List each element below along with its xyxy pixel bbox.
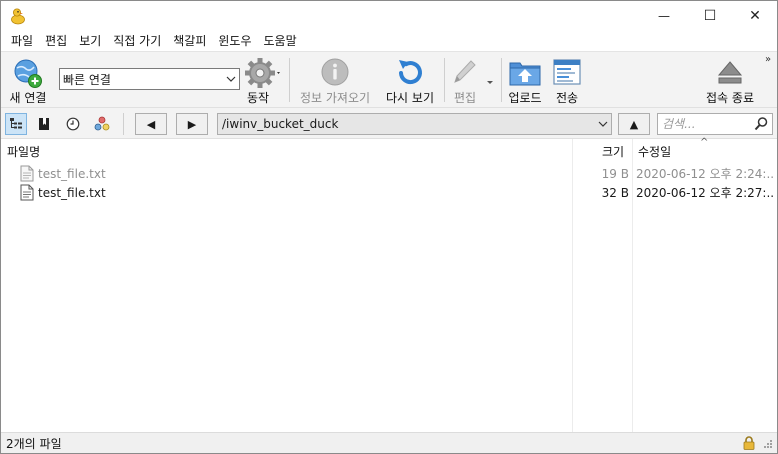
file-size: 19 B — [601, 166, 629, 181]
parent-directory-button[interactable]: ▲ — [618, 113, 650, 135]
bookmark-icon — [39, 118, 49, 130]
lock-icon[interactable] — [743, 436, 755, 450]
file-modified: 2020-06-12 오후 2:24:... — [636, 167, 774, 181]
upload-button[interactable]: 업로드 — [505, 52, 545, 108]
menu-bar: 파일 편집 보기 직접 가기 책갈피 윈도우 도움말 — [1, 31, 777, 51]
transfers-label: 전송 — [555, 91, 579, 105]
tree-view-icon — [10, 118, 22, 129]
transfers-icon — [553, 59, 581, 85]
column-header-size[interactable]: 크기 — [602, 139, 624, 163]
menu-help[interactable]: 도움말 — [258, 31, 303, 51]
disconnect-label: 접속 종료 — [706, 91, 754, 105]
menu-view[interactable]: 보기 — [73, 31, 107, 51]
info-icon — [321, 58, 349, 86]
upload-label: 업로드 — [508, 91, 542, 105]
column-header-name[interactable]: 파일명 — [7, 139, 40, 163]
address-bar: ◀ ▶ /iwinv_bucket_duck ▲ — [1, 107, 777, 139]
refresh-button[interactable]: 다시 보기 — [381, 52, 439, 108]
resize-grip-icon[interactable] — [763, 439, 773, 449]
get-info-label: 정보 가져오기 — [299, 91, 371, 105]
clock-icon — [66, 117, 80, 131]
upload-folder-icon — [509, 62, 541, 86]
action-button[interactable]: 동작 — [241, 52, 285, 108]
action-label: 동작 — [246, 91, 270, 105]
minimize-button[interactable]: — — [641, 1, 687, 31]
edit-label: 편집 — [453, 91, 477, 105]
chevron-down-icon — [223, 69, 239, 89]
view-browser-button[interactable] — [5, 113, 27, 135]
text-file-icon — [20, 165, 34, 182]
forward-button[interactable]: ▶ — [176, 113, 208, 135]
chevron-down-icon — [595, 114, 611, 134]
maximize-button[interactable]: ☐ — [687, 1, 733, 31]
forward-arrow-icon: ▶ — [187, 117, 197, 131]
duck-icon — [11, 8, 25, 25]
toolbar-separator — [289, 58, 290, 102]
back-button[interactable]: ◀ — [135, 113, 167, 135]
transfers-button[interactable]: 전송 — [549, 52, 585, 108]
refresh-label: 다시 보기 — [386, 91, 434, 105]
disconnect-button[interactable]: 접속 종료 — [701, 52, 759, 108]
menu-bookmarks[interactable]: 책갈피 — [167, 31, 212, 51]
refresh-icon — [399, 60, 422, 85]
toolbar-separator — [444, 58, 445, 102]
search-input[interactable] — [658, 117, 753, 131]
toolbar: 새 연결 빠른 연결 동작 정보 가져오기 다시 보기 편집 업로드 전송 접속… — [1, 51, 777, 107]
app-window: — ☐ ✕ 파일 편집 보기 직접 가기 책갈피 윈도우 도움말 새 연결 빠른… — [0, 0, 778, 454]
quick-connect-combo[interactable]: 빠른 연결 — [59, 68, 240, 90]
search-icon[interactable] — [753, 116, 769, 132]
pencil-icon — [454, 60, 493, 84]
status-text: 2개의 파일 — [6, 436, 62, 451]
file-list[interactable]: 파일명 크기 수정일 ^ test_file.txt 19 B 2020-06-… — [1, 137, 777, 432]
status-bar: 2개의 파일 — [1, 432, 777, 453]
view-bookmarks-button[interactable] — [33, 113, 55, 135]
file-size: 32 B — [601, 185, 629, 200]
column-header-modified[interactable]: 수정일 — [638, 139, 671, 163]
view-bonjour-button[interactable] — [91, 113, 113, 135]
new-connection-button[interactable]: 새 연결 — [5, 52, 51, 108]
file-name: test_file.txt — [38, 185, 106, 200]
file-name: test_file.txt — [38, 166, 106, 181]
toolbar-separator — [501, 58, 502, 102]
path-combo[interactable]: /iwinv_bucket_duck — [217, 113, 612, 135]
back-arrow-icon: ◀ — [146, 117, 156, 131]
close-button[interactable]: ✕ — [732, 1, 777, 31]
quick-connect-value: 빠른 연결 — [63, 72, 111, 87]
table-row[interactable]: test_file.txt 32 B 2020-06-12 오후 2:27:..… — [1, 183, 777, 202]
table-row[interactable]: test_file.txt 19 B 2020-06-12 오후 2:24:..… — [1, 164, 777, 183]
menu-file[interactable]: 파일 — [5, 31, 39, 51]
view-history-button[interactable] — [62, 113, 84, 135]
edit-button[interactable]: 편집 — [449, 52, 497, 108]
bonjour-icon — [94, 116, 110, 131]
eject-icon — [717, 61, 743, 84]
globe-plus-icon — [14, 59, 42, 88]
menu-edit[interactable]: 편집 — [39, 31, 73, 51]
title-bar: — ☐ ✕ — [1, 1, 777, 31]
current-path: /iwinv_bucket_duck — [222, 117, 339, 131]
new-connection-label: 새 연결 — [9, 91, 47, 105]
up-arrow-icon: ▲ — [629, 117, 639, 131]
get-info-button[interactable]: 정보 가져오기 — [297, 52, 373, 108]
gear-icon — [245, 58, 280, 88]
toolbar-overflow-chevron[interactable]: » — [765, 54, 771, 65]
search-box — [657, 113, 773, 135]
text-file-icon — [20, 184, 34, 201]
menu-window[interactable]: 윈도우 — [212, 31, 257, 51]
sort-indicator: ^ — [700, 137, 709, 148]
address-separator — [123, 113, 124, 135]
menu-go[interactable]: 직접 가기 — [107, 31, 167, 51]
file-modified: 2020-06-12 오후 2:27:... — [636, 186, 774, 200]
